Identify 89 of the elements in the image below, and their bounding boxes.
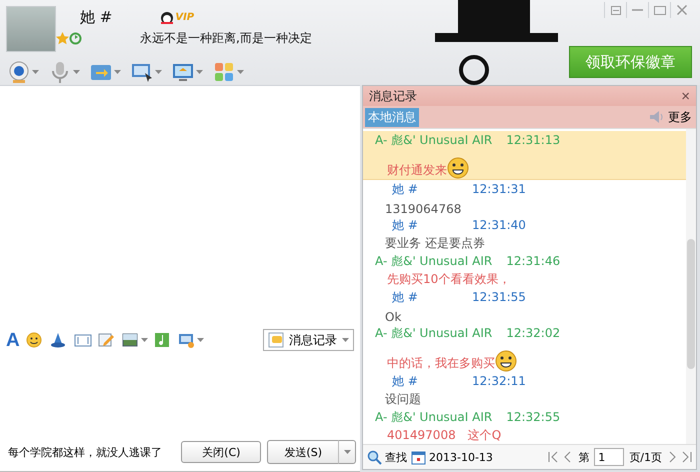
maximize-icon — [654, 6, 666, 14]
message-text: 1319064768 — [385, 202, 462, 216]
send-options-button[interactable] — [338, 440, 356, 464]
history-button[interactable]: 消息记录 — [263, 329, 354, 351]
message-time: 12:31:46 — [506, 254, 560, 268]
webcam-icon — [8, 61, 30, 83]
smiley-icon — [26, 332, 44, 348]
sender-name: 她 # — [392, 180, 418, 198]
image-button[interactable] — [122, 332, 148, 348]
message-time: 12:31:31 — [472, 182, 527, 196]
first-page-icon — [548, 451, 558, 463]
caret-icon — [140, 338, 148, 342]
chat-bubble-icon — [268, 332, 284, 348]
emoji-button[interactable] — [26, 332, 44, 348]
message-text: 设问题 — [385, 391, 421, 408]
message-text: 中的话，我在多购买 — [387, 355, 495, 372]
page-input[interactable]: 1 — [594, 448, 624, 466]
last-page-button[interactable] — [682, 451, 692, 463]
page-label: 第 — [578, 450, 590, 464]
sender-name: 她 # — [392, 216, 418, 234]
music-icon — [154, 332, 172, 348]
magic-button[interactable] — [50, 332, 68, 348]
sender-name: 她 # — [392, 372, 418, 390]
message-text: 先购买10个看看效果， — [387, 271, 510, 288]
sender-name: A- 彪&' UnusuaI AIR — [375, 132, 492, 148]
message-time: 12:31:13 — [506, 133, 560, 147]
caret-icon — [344, 450, 350, 454]
star-icon — [56, 32, 69, 44]
date-button[interactable]: 2013-10-13 — [411, 450, 493, 464]
next-page-icon — [667, 451, 677, 463]
send-button[interactable]: 发送(S) — [267, 440, 338, 464]
remote-button[interactable] — [178, 332, 204, 348]
speaker-icon — [649, 110, 665, 124]
music-button[interactable] — [154, 332, 172, 348]
note-pencil-icon — [98, 332, 116, 348]
screen-capture-icon — [131, 61, 153, 83]
close-button[interactable]: × — [681, 88, 690, 104]
page-count: 页/1页 — [629, 450, 662, 464]
screenshot-button[interactable] — [74, 332, 92, 348]
sender-name: A- 彪&' UnusuaI AIR — [375, 252, 492, 270]
search-icon — [367, 450, 382, 464]
caret-icon — [196, 70, 203, 74]
film-icon — [74, 332, 92, 348]
message-time: 12:32:02 — [506, 326, 560, 340]
search-button[interactable]: 查找 — [367, 450, 407, 464]
minimize-icon — [632, 9, 643, 11]
message-time: 12:32:55 — [506, 410, 560, 424]
more-button[interactable]: 更多 — [649, 108, 692, 126]
sender-name: A- 彪&' UnusuaI AIR — [375, 324, 492, 342]
close-icon — [676, 5, 686, 15]
status-text: 每个学院都这样，就没人逃课了 — [8, 444, 163, 460]
image-icon — [122, 332, 140, 348]
previous-page-button[interactable] — [563, 451, 574, 463]
monitor-icon — [172, 61, 194, 83]
next-page-button[interactable] — [667, 451, 677, 463]
caret-icon — [73, 70, 80, 74]
app-grid-icon — [213, 61, 235, 83]
previous-page-icon — [563, 451, 574, 463]
note-button[interactable] — [98, 332, 116, 348]
message-text: 要业务 还是要点券 — [385, 235, 485, 252]
avatar-photo — [6, 6, 56, 52]
caret-icon — [342, 338, 349, 342]
sender-name: A- 彪&' UnusuaI AIR — [375, 408, 492, 426]
font-button[interactable]: A — [6, 330, 20, 350]
caret-icon — [114, 70, 121, 74]
message-time: 12:31:55 — [472, 290, 527, 304]
microphone-icon — [49, 61, 71, 83]
panel-title: 消息记录 — [369, 88, 417, 104]
first-page-button[interactable] — [548, 451, 558, 463]
close-button[interactable]: 关闭(C) — [181, 441, 262, 463]
caret-icon — [155, 70, 162, 74]
caret-icon — [32, 70, 39, 74]
message-text: 401497008 这个Q — [387, 427, 502, 444]
sender-name: 她 # — [392, 288, 418, 306]
scrollbar[interactable] — [686, 129, 696, 444]
contact-name: 她 # — [80, 8, 112, 26]
message-text: 财付通发来 — [387, 162, 447, 179]
message-time: 12:31:40 — [472, 218, 527, 232]
last-page-icon — [682, 451, 692, 463]
caret-icon — [196, 338, 204, 342]
calendar-icon — [411, 450, 426, 464]
wizard-hat-icon — [50, 332, 68, 348]
skin-icon — [610, 6, 620, 14]
caret-icon — [237, 70, 244, 74]
vip-label: VIP — [175, 12, 194, 22]
monitor-icon — [178, 332, 196, 348]
message-time: 12:32:11 — [472, 374, 527, 388]
message-text: Ok — [385, 310, 402, 324]
signature: 永远不是一种距离,而是一种决定 — [140, 30, 312, 46]
